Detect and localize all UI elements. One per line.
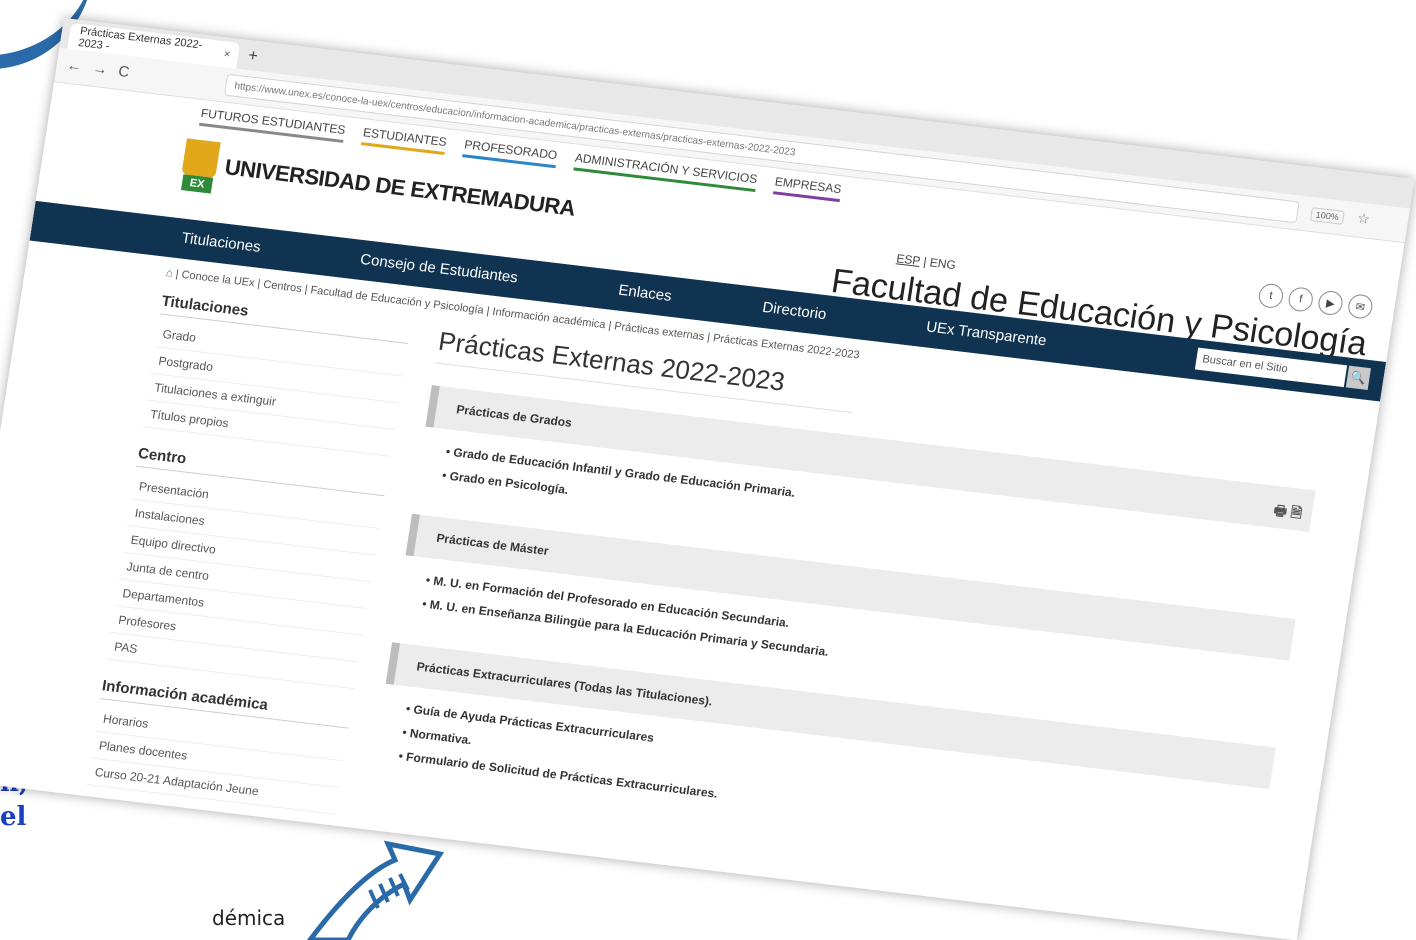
nav-enlaces[interactable]: Enlaces: [617, 282, 673, 305]
sidebar-group: Titulaciones Grado Postgrado Titulaciones a…: [142, 292, 412, 457]
facebook-icon[interactable]: f: [1286, 286, 1315, 313]
main-content: Prácticas Externas 2022-2023 Prácticas d…: [369, 325, 1325, 900]
lang-eng[interactable]: ENG: [929, 255, 957, 272]
language-switch: ESP | ENG: [895, 251, 957, 273]
nav-directorio[interactable]: Directorio: [761, 299, 827, 323]
audience-item[interactable]: ESTUDIANTES: [361, 125, 448, 156]
close-icon[interactable]: ×: [223, 48, 231, 61]
new-tab-button[interactable]: +: [247, 47, 259, 66]
reload-icon[interactable]: C: [117, 63, 130, 81]
bookmark-star-icon[interactable]: ☆: [1356, 210, 1371, 228]
youtube-icon[interactable]: ▶: [1316, 289, 1345, 317]
sidebar-group: Información académica Horarios Planes doce…: [86, 677, 352, 815]
slide-text-fragment: el: [0, 802, 27, 832]
logo-mark: EX: [179, 132, 222, 195]
audience-item[interactable]: EMPRESAS: [773, 174, 843, 203]
mail-icon[interactable]: ✉: [1346, 293, 1375, 320]
lang-esp[interactable]: ESP: [895, 251, 921, 268]
slide-bottom-text: démica: [212, 906, 286, 930]
arrow-icon: [306, 840, 445, 940]
search-button[interactable]: 🔍: [1345, 365, 1371, 390]
twitter-icon[interactable]: t: [1257, 282, 1285, 310]
nav-consejo-estudiantes[interactable]: Consejo de Estudiantes: [359, 251, 519, 287]
print-icon[interactable]: 🖶 🗎: [1272, 500, 1304, 527]
nav-titulaciones[interactable]: Titulaciones: [180, 230, 262, 256]
sidebar-group: Centro Presentación Instalaciones Equipo di…: [106, 444, 388, 690]
audience-item[interactable]: PROFESORADO: [462, 137, 559, 169]
zoom-level[interactable]: 100%: [1309, 207, 1345, 225]
nav-uex-transparente[interactable]: UEx Transparente: [925, 318, 1048, 349]
forward-icon[interactable]: →: [91, 60, 108, 79]
sections: Prácticas de Grados🖶 🗎Grado de Educación…: [373, 385, 1316, 870]
browser-screenshot: Prácticas Externas 2022-2023 - × + ← → C…: [0, 18, 1415, 940]
sidebar: Titulaciones Grado Postgrado Titulaciones a…: [84, 292, 412, 833]
back-icon[interactable]: ←: [66, 57, 83, 76]
